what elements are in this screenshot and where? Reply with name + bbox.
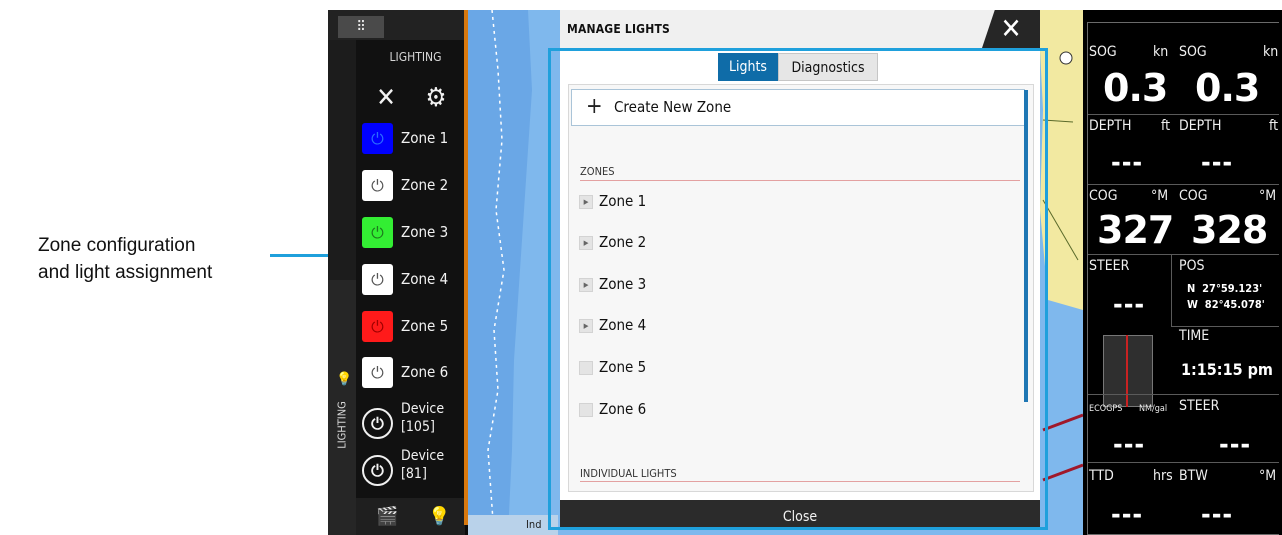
zone-toggle-2[interactable]: ⏻ Zone 2 bbox=[360, 165, 460, 207]
lightbulb-icon: 💡 bbox=[336, 372, 353, 387]
depth-label: DEPTH bbox=[1089, 118, 1132, 134]
lighting-panel: ⠿ 💡 LIGHTING LIGHTING ✕ ⚙ ⏻ Zone 1 ⏻ Zon… bbox=[328, 10, 465, 535]
sog-unit: kn bbox=[1153, 44, 1169, 60]
steer2-label: STEER bbox=[1179, 398, 1220, 414]
eco-label: ECOGPS bbox=[1089, 404, 1123, 414]
power-icon: ⏻ bbox=[371, 461, 384, 480]
zone-label: Zone 5 bbox=[401, 317, 449, 335]
power-icon: ⏻ bbox=[371, 270, 384, 289]
power-button[interactable]: ⏻ bbox=[362, 357, 393, 388]
zone-toggle-1[interactable]: ⏻ Zone 1 bbox=[360, 118, 460, 160]
ttd-label: TTD bbox=[1089, 468, 1114, 484]
zone-label: Zone 3 bbox=[401, 223, 449, 241]
depth2-label: DEPTH bbox=[1179, 118, 1222, 134]
device-label-line2: [81] bbox=[401, 466, 427, 482]
power-icon: ⏻ bbox=[371, 223, 384, 242]
lightbulb-off-icon[interactable]: 💡 bbox=[428, 506, 450, 527]
btw-value: --- bbox=[1201, 500, 1234, 530]
lighting-vertical-label: LIGHTING bbox=[335, 401, 349, 449]
grid-menu-icon[interactable]: ⠿ bbox=[338, 16, 384, 38]
instrument-panel: SOG kn 0.3 SOG kn 0.3 DEPTH ft --- DEPTH… bbox=[1083, 10, 1282, 535]
scene-clapper-icon[interactable]: 🎬 bbox=[376, 506, 398, 527]
panel-title: LIGHTING bbox=[389, 50, 442, 64]
instrument-divider bbox=[1088, 114, 1279, 115]
cog-unit: °M bbox=[1151, 188, 1169, 204]
instrument-divider bbox=[1088, 394, 1279, 395]
instrument-divider bbox=[1088, 254, 1279, 255]
zone-label: Zone 6 bbox=[401, 363, 449, 381]
zone-toggle-3[interactable]: ⏻ Zone 3 bbox=[360, 212, 460, 254]
zone-toggle-6[interactable]: ⏻ Zone 6 bbox=[360, 352, 460, 394]
depth-unit: ft bbox=[1161, 118, 1171, 134]
zone-label: Zone 4 bbox=[401, 270, 449, 288]
power-button[interactable]: ⏻ bbox=[362, 408, 393, 439]
pos-label: POS bbox=[1179, 258, 1205, 274]
dialog-title: MANAGE LIGHTS bbox=[567, 22, 671, 36]
ttd-unit: hrs bbox=[1153, 468, 1173, 484]
power-button[interactable]: ⏻ bbox=[362, 264, 393, 295]
eco-value: --- bbox=[1113, 430, 1146, 460]
close-icon[interactable]: ✕ bbox=[366, 80, 406, 116]
eco-gauge-needle bbox=[1126, 335, 1128, 407]
zone-toggle-5[interactable]: ⏻ Zone 5 bbox=[360, 306, 460, 348]
ttd-value: --- bbox=[1111, 500, 1144, 530]
instrument-divider bbox=[1088, 184, 1279, 185]
sog2-value: 0.3 bbox=[1195, 66, 1260, 110]
sog2-unit: kn bbox=[1263, 44, 1279, 60]
power-icon: ⏻ bbox=[371, 414, 384, 433]
instrument-divider bbox=[1171, 254, 1172, 326]
cog-label: COG bbox=[1089, 188, 1118, 204]
power-button[interactable]: ⏻ bbox=[362, 455, 393, 486]
zone-toggle-4[interactable]: ⏻ Zone 4 bbox=[360, 259, 460, 301]
sog-label: SOG bbox=[1089, 44, 1117, 60]
pos-lon: W 82°45.078' bbox=[1187, 298, 1265, 311]
callout-highlight-box bbox=[548, 48, 1048, 530]
power-button[interactable]: ⏻ bbox=[362, 123, 393, 154]
chart-bottom-label: Ind bbox=[468, 515, 558, 535]
time-value: 1:15:15 pm bbox=[1181, 360, 1273, 379]
gear-icon[interactable]: ⚙ bbox=[416, 80, 456, 116]
btw-label: BTW bbox=[1179, 468, 1208, 484]
callout-line-1: Zone configuration bbox=[38, 235, 196, 256]
time-label: TIME bbox=[1179, 328, 1210, 344]
device-label-line2: [105] bbox=[401, 419, 435, 435]
sog2-label: SOG bbox=[1179, 44, 1207, 60]
power-icon: ⏻ bbox=[371, 317, 384, 336]
power-button[interactable]: ⏻ bbox=[362, 311, 393, 342]
power-button[interactable]: ⏻ bbox=[362, 217, 393, 248]
zone-label: Zone 2 bbox=[401, 176, 449, 194]
steer-value: --- bbox=[1113, 290, 1146, 320]
steer2-value: --- bbox=[1219, 430, 1252, 460]
cog2-unit: °M bbox=[1259, 188, 1277, 204]
btw-unit: °M bbox=[1259, 468, 1277, 484]
sog-value: 0.3 bbox=[1103, 66, 1168, 110]
depth2-value: --- bbox=[1201, 148, 1234, 178]
cog-value: 327 bbox=[1097, 208, 1174, 252]
depth-value: --- bbox=[1111, 148, 1144, 178]
power-icon: ⏻ bbox=[371, 129, 384, 148]
panel-border-accent bbox=[464, 10, 468, 525]
callout-line-2: and light assignment bbox=[38, 262, 213, 283]
zone-label: Zone 1 bbox=[401, 129, 449, 147]
instrument-divider bbox=[1088, 462, 1279, 463]
cog2-label: COG bbox=[1179, 188, 1208, 204]
device-label-line1: Device bbox=[401, 448, 445, 464]
eco-gauge bbox=[1103, 335, 1153, 407]
device-toggle-81[interactable]: ⏻ Device [81] bbox=[360, 447, 460, 489]
eco-unit: NM/gal bbox=[1139, 404, 1168, 414]
callout-text: Zone configuration and light assignment bbox=[38, 232, 212, 286]
power-button[interactable]: ⏻ bbox=[362, 170, 393, 201]
steer-label: STEER bbox=[1089, 258, 1130, 274]
power-icon: ⏻ bbox=[371, 176, 384, 195]
power-icon: ⏻ bbox=[371, 363, 384, 382]
device-toggle-105[interactable]: ⏻ Device [105] bbox=[360, 400, 460, 442]
instrument-divider bbox=[1171, 326, 1279, 327]
depth2-unit: ft bbox=[1269, 118, 1279, 134]
cog2-value: 328 bbox=[1191, 208, 1268, 252]
device-label-line1: Device bbox=[401, 401, 445, 417]
pos-lat: N 27°59.123' bbox=[1187, 282, 1263, 295]
